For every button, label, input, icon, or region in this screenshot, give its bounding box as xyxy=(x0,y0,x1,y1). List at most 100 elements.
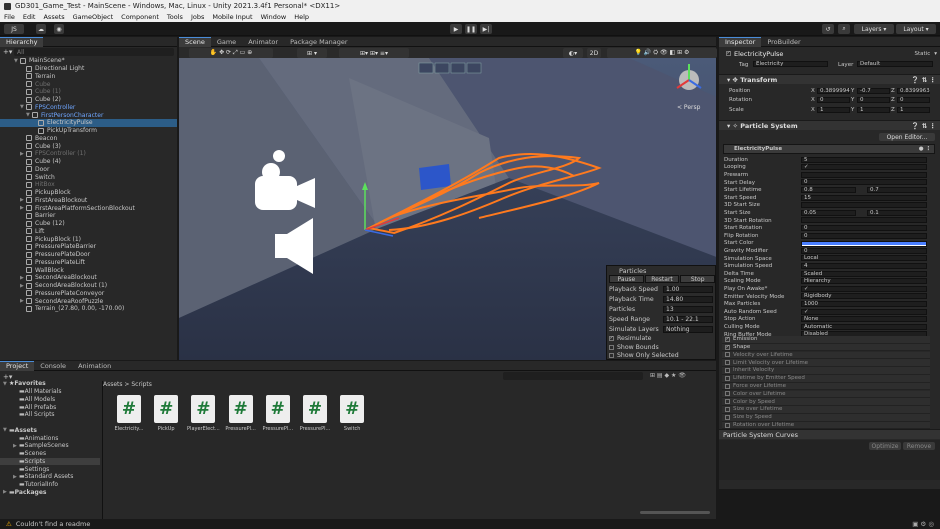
ps-property-field[interactable] xyxy=(801,217,927,224)
restart-button[interactable]: Restart xyxy=(644,275,680,283)
ps-property-field[interactable]: 0.8 xyxy=(801,186,856,193)
transform-x-field[interactable]: 0 xyxy=(817,97,850,103)
tab-inspector[interactable]: Inspector xyxy=(719,36,762,47)
module-checkbox[interactable] xyxy=(725,406,730,412)
remove-button[interactable]: Remove xyxy=(903,442,935,450)
hierarchy-item[interactable]: PressurePlateDoor xyxy=(0,251,177,259)
hierarchy-item[interactable]: Terrain xyxy=(0,73,177,81)
ps-property-field[interactable]: 0 xyxy=(801,179,927,186)
ps-property-field[interactable]: ✓ xyxy=(801,285,927,292)
module-checkbox[interactable]: ✓ xyxy=(725,344,730,350)
tab-package-manager[interactable]: Package Manager xyxy=(284,37,354,47)
menu-jobs[interactable]: Jobs xyxy=(187,13,208,21)
tab-animator[interactable]: Animator xyxy=(242,37,284,47)
script-asset[interactable]: # Electricity... xyxy=(110,395,144,439)
tab-console[interactable]: Console xyxy=(34,361,72,371)
menu-assets[interactable]: Assets xyxy=(39,13,68,21)
hierarchy-item[interactable]: Directional Light xyxy=(0,65,177,73)
particle-stat-value[interactable]: 10.1 - 22.1 xyxy=(663,316,713,323)
active-checkbox[interactable]: ✓ xyxy=(726,51,731,57)
ps-property-field[interactable]: Scaled xyxy=(801,270,927,277)
script-asset[interactable]: # PickUp xyxy=(147,395,181,439)
ps-module-row[interactable]: Color by Speed xyxy=(722,398,930,406)
ps-property-field[interactable]: 0 xyxy=(801,247,927,254)
history-icon[interactable]: ↺ xyxy=(822,24,834,34)
ps-property-field[interactable]: 1000 xyxy=(801,300,927,307)
optimize-button[interactable]: Optimize xyxy=(869,442,901,450)
project-tree-item[interactable]: ▬ All Materials xyxy=(0,388,100,396)
transform-z-field[interactable]: 0 xyxy=(897,97,930,103)
particle-stat-value[interactable]: 1.00 xyxy=(663,286,713,293)
hierarchy-item[interactable]: PickupBlock xyxy=(0,189,177,197)
option-checkbox[interactable] xyxy=(609,353,614,358)
module-checkbox[interactable] xyxy=(725,367,730,373)
ps-property-field[interactable]: Hierarchy xyxy=(801,278,927,285)
script-asset[interactable]: # PressurePl... xyxy=(222,395,256,439)
transform-x-field[interactable]: 1 xyxy=(817,106,850,113)
tab-project[interactable]: Project xyxy=(0,360,35,371)
pivot-toggle[interactable]: ⊞ ▾ xyxy=(297,48,327,58)
search-icon[interactable]: ⌕ xyxy=(838,24,850,34)
perspective-label[interactable]: < Persp xyxy=(677,104,700,111)
ps-property-field[interactable]: 0 xyxy=(801,224,927,231)
hierarchy-item[interactable]: PickupBlock (1) xyxy=(0,235,177,243)
ps-property-field[interactable] xyxy=(801,202,927,209)
project-tree-item[interactable]: ▼ ★ Favorites xyxy=(0,380,100,388)
ps-module-row[interactable]: Force over Lifetime xyxy=(722,382,930,391)
module-checkbox[interactable] xyxy=(725,414,730,420)
hierarchy-item[interactable]: ▶ FirstAreaBlockout xyxy=(0,197,177,205)
hierarchy-item[interactable]: ▼ MainScene* xyxy=(0,57,177,65)
cloud-icon[interactable]: ☁ xyxy=(36,24,46,34)
tag-dropdown[interactable]: Electricity xyxy=(753,61,828,67)
ps-property-field-max[interactable]: 0.7 xyxy=(867,186,927,193)
status-message[interactable]: Couldn't find a readme xyxy=(16,520,91,528)
module-checkbox[interactable] xyxy=(725,360,730,366)
collab-icon[interactable]: ◉ xyxy=(54,24,64,34)
ps-module-row[interactable]: Lifetime by Emitter Speed xyxy=(722,375,930,383)
particle-option-row[interactable]: Show Only Selected xyxy=(609,351,679,360)
tab-scene[interactable]: Scene xyxy=(179,36,211,47)
ps-property-field[interactable]: Rigidbody xyxy=(801,293,927,300)
menu-component[interactable]: Component xyxy=(117,13,163,21)
transform-z-field[interactable]: 0.8399963 xyxy=(897,87,930,94)
project-search-input[interactable] xyxy=(503,372,643,380)
hierarchy-item[interactable]: ▶ SecondAreaRoofPuzzle xyxy=(0,297,177,305)
hierarchy-item[interactable]: HitBox xyxy=(0,181,177,189)
hierarchy-item[interactable]: Cube (1) xyxy=(0,88,177,96)
tab-game[interactable]: Game xyxy=(211,37,242,47)
ps-curves-header[interactable]: Particle System Curves xyxy=(719,429,940,439)
ps-module-row[interactable]: Velocity over Lifetime xyxy=(722,351,930,360)
script-asset[interactable]: # Switch xyxy=(333,395,367,439)
ps-property-field[interactable]: 0 xyxy=(801,232,927,239)
ps-property-field[interactable] xyxy=(801,171,927,178)
ps-module-row[interactable]: Limit Velocity over Lifetime xyxy=(722,359,930,367)
play-button[interactable]: ▶ xyxy=(450,24,462,34)
ps-property-field[interactable]: 0.05 xyxy=(801,209,856,216)
project-tree-item[interactable]: ▬ All Models xyxy=(0,396,100,404)
hierarchy-item[interactable]: PressurePlateBarrier xyxy=(0,243,177,251)
start-color-swatch[interactable] xyxy=(801,240,927,247)
static-dropdown-icon[interactable]: ▾ xyxy=(934,51,937,57)
scene-gizmo-tools[interactable]: 💡 🔊 ⛭ 👁 ◧ ⊞ ⚙ xyxy=(607,48,717,58)
hierarchy-item[interactable]: Cube (4) xyxy=(0,158,177,166)
project-filter-icons[interactable]: ⊞ ▤ ◆ ★ 👁 xyxy=(650,372,686,379)
pause-button[interactable]: ❚❚ xyxy=(465,24,477,34)
ps-property-field[interactable]: None xyxy=(801,316,927,323)
hierarchy-item[interactable]: ▶ SecondAreaBlockout (1) xyxy=(0,282,177,290)
menu-edit[interactable]: Edit xyxy=(19,13,40,21)
hierarchy-item[interactable]: Lift xyxy=(0,228,177,236)
particle-stat-value[interactable]: Nothing xyxy=(663,326,713,333)
open-editor-button[interactable]: Open Editor... xyxy=(879,133,935,141)
ps-module-row[interactable]: Size by Speed xyxy=(722,414,930,422)
ps-property-field-max[interactable]: 0.1 xyxy=(867,209,927,216)
tab-animation[interactable]: Animation xyxy=(72,361,117,371)
script-asset[interactable]: # PressurePl... xyxy=(259,395,293,439)
icon-size-slider[interactable] xyxy=(640,511,710,514)
project-tree-item[interactable]: ▬ Animations xyxy=(0,434,100,442)
ps-main-module-menu-icon[interactable]: ● ⋮ xyxy=(919,146,934,152)
ps-module-row[interactable]: Rotation over Lifetime xyxy=(722,421,930,430)
menu-window[interactable]: Window xyxy=(257,13,291,21)
transform-y-field[interactable]: 0 xyxy=(857,97,890,103)
module-checkbox[interactable] xyxy=(725,399,730,405)
module-checkbox[interactable] xyxy=(725,375,730,381)
